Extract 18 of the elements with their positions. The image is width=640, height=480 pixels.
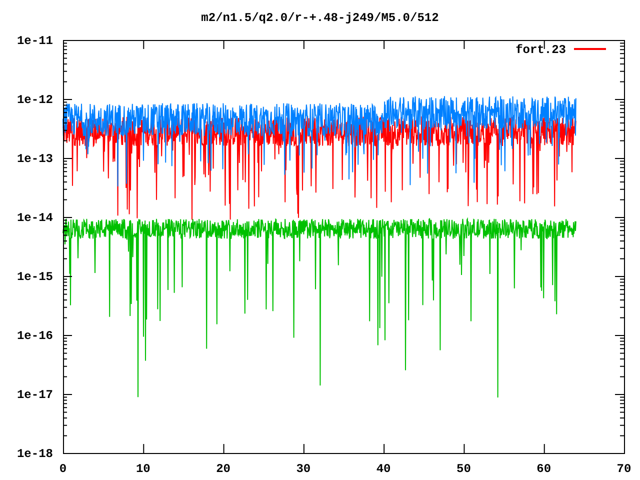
y-tick-label: 1e-11 xyxy=(16,34,53,48)
x-tick-label: 70 xyxy=(616,462,632,476)
chart-title: m2/n1.5/q2.0/r-+.48-j249/M5.0/512 xyxy=(201,11,439,25)
y-tick-label: 1e-18 xyxy=(16,447,53,461)
y-tick-label: 1e-17 xyxy=(16,388,53,402)
y-tick-label: 1e-15 xyxy=(16,270,53,284)
x-tick-label: 60 xyxy=(536,462,552,476)
legend-label: fort.23 xyxy=(516,43,566,57)
y-tick-label: 1e-13 xyxy=(16,152,53,166)
y-tick-label: 1e-14 xyxy=(16,211,53,225)
y-tick-label: 1e-16 xyxy=(16,329,53,343)
x-tick-label: 20 xyxy=(216,462,230,476)
x-tick-label: 40 xyxy=(376,462,391,476)
x-tick-label: 10 xyxy=(136,462,150,476)
y-tick-label: 1e-12 xyxy=(16,93,53,107)
x-tick-label: 0 xyxy=(59,462,67,476)
x-tick-label: 50 xyxy=(456,462,471,476)
x-tick-label: 30 xyxy=(296,462,311,476)
